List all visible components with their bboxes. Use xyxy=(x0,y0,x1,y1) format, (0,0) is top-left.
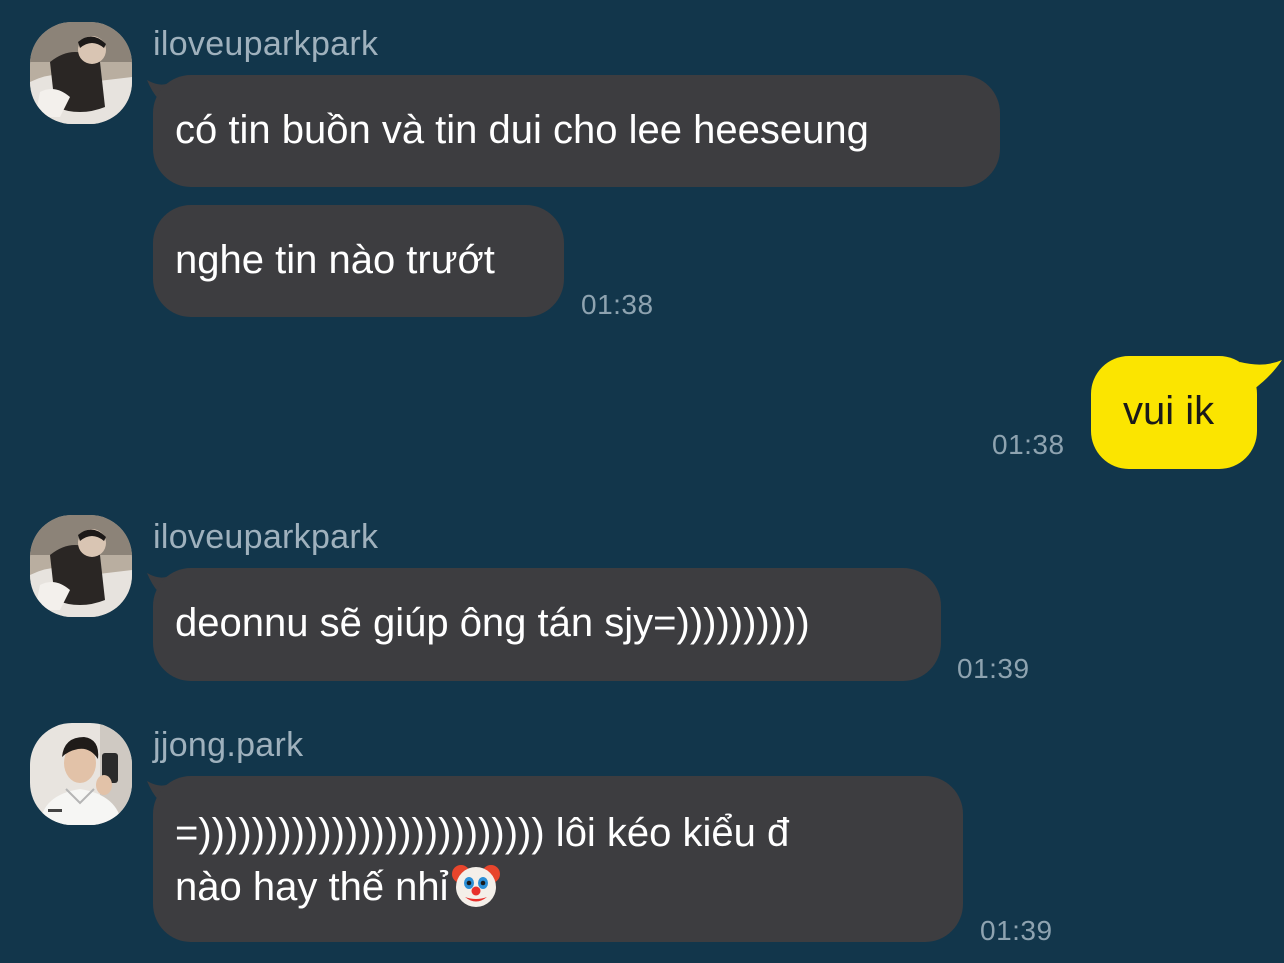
sender-name[interactable]: iloveuparkpark xyxy=(153,27,378,61)
sender-name[interactable]: iloveuparkpark xyxy=(153,520,378,554)
message-text: deonnu sẽ giúp ông tán sjy=)))))))))) xyxy=(175,601,810,645)
message-timestamp: 01:38 xyxy=(581,289,654,320)
message-text: nghe tin nào trướt xyxy=(175,238,495,282)
clown-face-emoji-icon xyxy=(451,865,500,907)
sender-name[interactable]: jjong.park xyxy=(153,728,303,762)
message-text: vui ik xyxy=(1123,389,1215,433)
message-text: có tin buồn và tin dui cho lee heeseung xyxy=(175,108,869,152)
message-text-line: =)))))))))))))))))))))))))) lôi kéo kiểu… xyxy=(175,811,790,855)
message-timestamp: 01:39 xyxy=(980,915,1053,946)
avatar-photo-icon xyxy=(30,515,132,617)
message-timestamp: 01:39 xyxy=(957,653,1030,684)
chat-view: iloveuparkpark có tin buồn và tin dui ch… xyxy=(0,0,1284,963)
message-bubble[interactable]: có tin buồn và tin dui cho lee heeseung xyxy=(153,75,1000,187)
message-timestamp: 01:38 xyxy=(992,429,1065,460)
message-text-line-2: nào hay thế nhỉ xyxy=(175,860,939,914)
avatar-photo-icon xyxy=(30,723,132,825)
avatar-iloveuparkpark[interactable] xyxy=(30,515,132,617)
avatar-photo-icon xyxy=(30,22,132,124)
my-message-bubble[interactable]: vui ik xyxy=(1091,356,1257,469)
message-bubble[interactable]: =)))))))))))))))))))))))))) lôi kéo kiểu… xyxy=(153,776,963,942)
message-text: nào hay thế nhỉ xyxy=(175,865,449,909)
bubble-tail xyxy=(1240,360,1282,392)
message-bubble[interactable]: nghe tin nào trướt xyxy=(153,205,564,317)
avatar-iloveuparkpark[interactable] xyxy=(30,22,132,124)
message-bubble[interactable]: deonnu sẽ giúp ông tán sjy=)))))))))) xyxy=(153,568,941,681)
avatar-jjong-park[interactable] xyxy=(30,723,132,825)
